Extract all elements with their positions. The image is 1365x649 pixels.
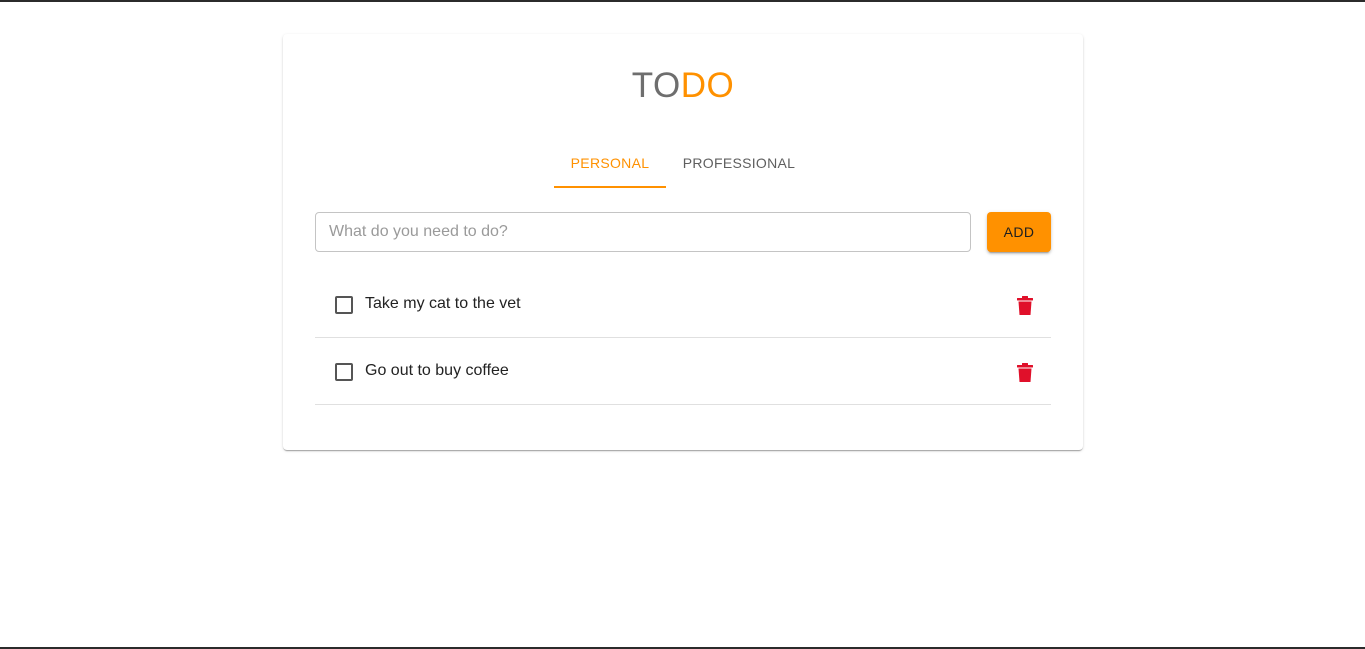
app-title: TODO: [283, 66, 1083, 106]
trash-icon: [1017, 362, 1033, 382]
tab-professional[interactable]: PROFESSIONAL: [666, 140, 812, 186]
todo-text: Go out to buy coffee: [365, 362, 509, 379]
add-button[interactable]: ADD: [987, 212, 1051, 252]
trash-icon: [1017, 295, 1033, 315]
new-todo-input[interactable]: [315, 212, 971, 252]
category-tabs: PERSONAL PROFESSIONAL: [554, 140, 812, 188]
todo-checkbox[interactable]: [335, 296, 353, 314]
todo-item: Take my cat to the vet: [315, 271, 1051, 338]
todo-text: Take my cat to the vet: [365, 295, 521, 312]
delete-button[interactable]: [1013, 360, 1037, 384]
delete-button[interactable]: [1013, 293, 1037, 317]
todo-checkbox[interactable]: [335, 363, 353, 381]
top-border: [0, 0, 1365, 2]
tab-personal[interactable]: PERSONAL: [554, 140, 666, 186]
todo-item: Go out to buy coffee: [315, 338, 1051, 405]
app-title-part-do: DO: [680, 66, 735, 105]
app-title-part-to: TO: [631, 66, 681, 105]
active-tab-indicator: [554, 186, 666, 188]
